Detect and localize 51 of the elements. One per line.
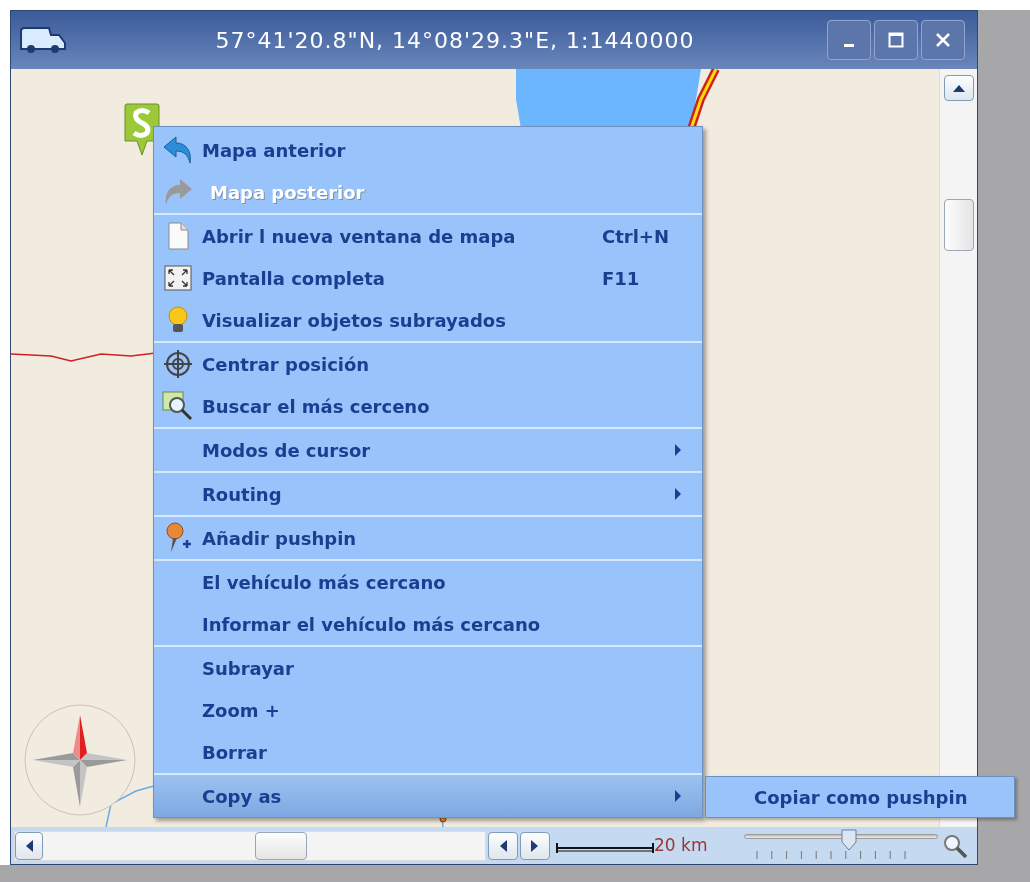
document-icon [166, 222, 190, 250]
pan-left-button[interactable] [488, 831, 518, 860]
crosshair-icon [163, 349, 193, 379]
close-icon [935, 32, 951, 48]
menu-item[interactable]: Buscar el más cerceno [154, 385, 702, 427]
right-arrow-icon [531, 839, 539, 852]
menu-item[interactable]: Zoom + [154, 689, 702, 731]
menu-item[interactable]: Copy as [154, 775, 702, 817]
submenu-arrow-icon [674, 444, 682, 456]
menu-item[interactable]: Copiar como pushpin [706, 777, 1014, 817]
pushpin-add-icon [163, 522, 193, 554]
compass-icon [23, 703, 137, 817]
menu-item[interactable]: Pantalla completa F11 [154, 257, 702, 299]
menu-item[interactable]: Visualizar objetos subrayados [154, 299, 702, 341]
left-arrow-icon [499, 839, 507, 852]
slider-ticks-icon [756, 850, 907, 859]
scroll-left-button[interactable] [15, 831, 43, 860]
submenu-arrow-icon [674, 790, 682, 802]
scroll-thumb[interactable] [943, 199, 974, 251]
pan-right-button[interactable] [520, 831, 550, 860]
menu-item[interactable]: Subrayar [154, 647, 702, 689]
lightbulb-icon [167, 305, 189, 335]
maximize-button[interactable] [874, 20, 918, 60]
scroll-thumb[interactable] [255, 831, 307, 860]
menu-item[interactable]: Añadir pushpin [154, 517, 702, 559]
maximize-icon [888, 32, 904, 48]
minimize-button[interactable] [827, 20, 871, 60]
menu-item[interactable]: Modos de cursor [154, 429, 702, 471]
back-arrow-icon [162, 135, 194, 165]
scale-label: 20 km [654, 833, 708, 857]
up-arrow-icon [952, 84, 965, 92]
zoom-icon [942, 832, 969, 859]
minimize-icon [844, 43, 854, 47]
horizontal-scrollbar[interactable] [14, 830, 486, 861]
window-title: 57°41'20.8"N, 14°08'29.3"E, 1:1440000 [214, 26, 696, 55]
submenu-arrow-icon [674, 488, 682, 500]
menu-item[interactable]: Abrir l nueva ventana de mapa Ctrl+N [154, 215, 702, 257]
close-button[interactable] [921, 20, 965, 60]
left-arrow-icon [25, 839, 33, 852]
fullscreen-icon [164, 265, 192, 291]
menu-item[interactable]: Informar el vehículo más cercano [154, 603, 702, 645]
scroll-up-button[interactable] [943, 75, 974, 101]
magnifier-map-icon [162, 391, 194, 421]
slider-thumb[interactable] [841, 828, 858, 851]
menu-item[interactable]: El vehículo más cercano [154, 561, 702, 603]
scale-bar-icon [556, 841, 654, 854]
menu-item[interactable]: Routing [154, 473, 702, 515]
menu-item[interactable]: Centrar posición [154, 343, 702, 385]
menu-item[interactable]: Borrar [154, 731, 702, 773]
truck-icon [19, 25, 67, 55]
menu-item[interactable]: Mapa anterior [154, 129, 702, 171]
